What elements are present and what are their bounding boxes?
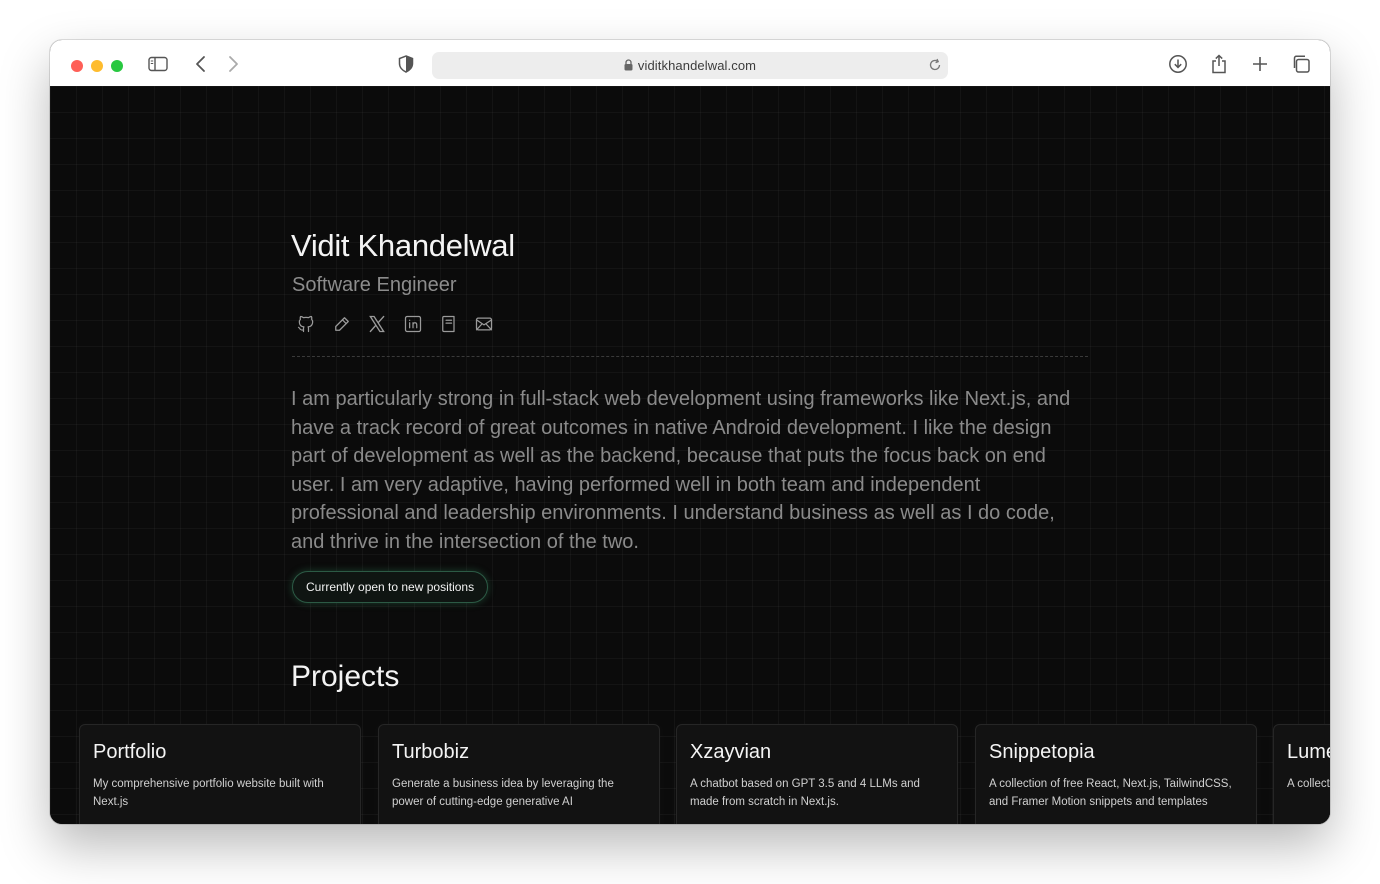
pen-icon[interactable] bbox=[332, 314, 352, 334]
x-icon[interactable] bbox=[367, 314, 387, 334]
forward-arrow-icon[interactable] bbox=[223, 54, 243, 74]
url-text: viditkhandelwal.com bbox=[637, 58, 757, 73]
browser-toolbar: viditkhandelwal.com bbox=[50, 40, 1330, 87]
project-card-portfolio[interactable]: Portfolio My comprehensive portfolio web… bbox=[79, 724, 361, 824]
project-card-snippetopia[interactable]: Snippetopia A collection of free React, … bbox=[975, 724, 1257, 824]
tab-overview-icon[interactable] bbox=[1291, 54, 1311, 74]
project-card-title: Snippetopia bbox=[989, 741, 1095, 763]
share-icon[interactable] bbox=[1209, 54, 1229, 74]
projects-heading: Projects bbox=[291, 660, 400, 693]
project-card-lume[interactable]: Lume A collection of free assets bbox=[1273, 724, 1330, 824]
social-links bbox=[296, 314, 510, 334]
project-card-description: Generate a business idea by leveraging t… bbox=[392, 778, 614, 808]
profile-title: Software Engineer bbox=[292, 274, 457, 296]
minimize-window-button[interactable] bbox=[91, 60, 103, 72]
project-card-description: A collection of free React, Next.js, Tai… bbox=[989, 778, 1232, 808]
zoom-window-button[interactable] bbox=[111, 60, 123, 72]
project-card-xzayvian[interactable]: Xzayvian A chatbot based on GPT 3.5 and … bbox=[676, 724, 958, 824]
project-card-description: A chatbot based on GPT 3.5 and 4 LLMs an… bbox=[690, 778, 920, 808]
notebook-icon[interactable] bbox=[439, 314, 459, 334]
sidebar-toggle-icon[interactable] bbox=[148, 54, 168, 74]
new-tab-icon[interactable] bbox=[1250, 54, 1270, 74]
project-card-title: Xzayvian bbox=[690, 741, 772, 763]
project-card-description: A collection of free assets bbox=[1287, 778, 1330, 790]
reload-icon[interactable] bbox=[928, 58, 942, 77]
linkedin-icon[interactable] bbox=[403, 314, 423, 334]
section-divider bbox=[292, 356, 1088, 357]
page-content: Vidit Khandelwal Software Engineer I am … bbox=[50, 86, 1330, 824]
close-window-button[interactable] bbox=[71, 60, 83, 72]
project-card-description: My comprehensive portfolio website built… bbox=[93, 778, 324, 808]
downloads-icon[interactable] bbox=[1168, 54, 1188, 74]
profile-name: Vidit Khandelwal bbox=[291, 228, 515, 263]
lock-icon bbox=[624, 59, 633, 71]
project-card-title: Turbobiz bbox=[392, 741, 470, 763]
browser-window: viditkhandelwal.com Vidit Khandelwal Sof… bbox=[50, 40, 1330, 824]
bio-text: I am particularly strong in full-stack w… bbox=[291, 388, 1071, 553]
mail-icon[interactable] bbox=[474, 314, 494, 334]
privacy-shield-icon[interactable] bbox=[396, 54, 416, 74]
project-card-title: Portfolio bbox=[93, 741, 167, 763]
back-arrow-icon[interactable] bbox=[191, 54, 211, 74]
github-icon[interactable] bbox=[296, 314, 316, 334]
project-card-turbobiz[interactable]: Turbobiz Generate a business idea by lev… bbox=[378, 724, 660, 824]
status-badge[interactable]: Currently open to new positions bbox=[292, 571, 489, 603]
address-bar[interactable]: viditkhandelwal.com bbox=[432, 52, 948, 79]
project-card-title: Lume bbox=[1287, 741, 1330, 763]
